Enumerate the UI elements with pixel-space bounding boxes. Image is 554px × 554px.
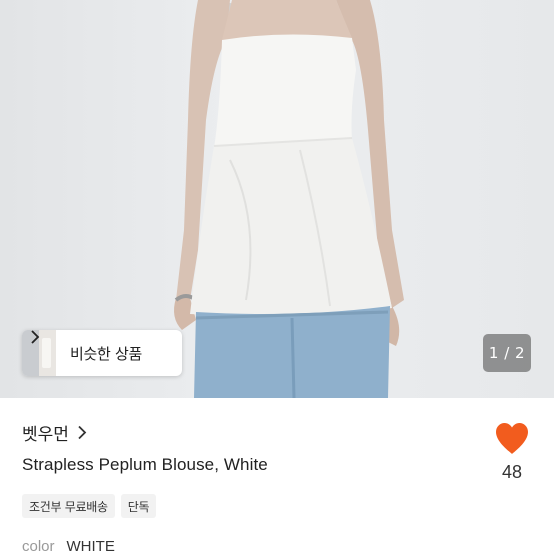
tag-conditional-free-shipping: 조건부 무료배송	[22, 494, 115, 518]
shop-link[interactable]: 벳우먼	[22, 420, 87, 445]
product-tags: 조건부 무료배송 단독	[22, 494, 157, 518]
chevron-right-icon	[31, 330, 40, 344]
color-label: color	[22, 538, 55, 554]
product-photo[interactable]: 비슷한 상품 1 / 2	[0, 0, 554, 398]
image-page-indicator: 1 / 2	[483, 334, 531, 372]
color-option: color WHITE	[22, 538, 115, 554]
similar-products-label: 비슷한 상품	[70, 344, 142, 363]
heart-icon	[496, 423, 528, 454]
color-value: WHITE	[66, 538, 115, 554]
product-title: Strapless Peplum Blouse, White	[22, 455, 268, 474]
tag-exclusive: 단독	[120, 494, 157, 518]
like-button[interactable]: 48	[490, 422, 534, 483]
shop-name: 벳우먼	[22, 425, 69, 445]
like-count: 48	[501, 462, 523, 482]
similar-products-button[interactable]: 비슷한 상품	[22, 330, 182, 376]
chevron-right-icon	[78, 425, 87, 440]
